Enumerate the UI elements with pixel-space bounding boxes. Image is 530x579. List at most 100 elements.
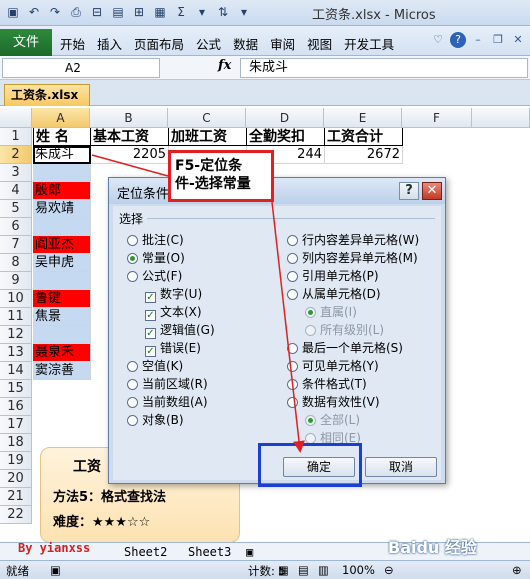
tab-data[interactable]: 数据 <box>233 34 258 53</box>
sheet-tab-2[interactable]: Sheet2 <box>124 545 167 559</box>
cancel-button[interactable]: 取消 <box>365 457 437 477</box>
tab-view[interactable]: 视图 <box>307 34 332 53</box>
dialog-title-bar[interactable]: 定位条件 ? ✕ <box>109 178 445 204</box>
row-header-5[interactable]: 5 <box>0 200 32 218</box>
cell-a7[interactable]: 阎亚杰 <box>33 236 91 254</box>
cell-a5[interactable]: 易欢靖 <box>33 200 91 218</box>
zoom-in-icon[interactable]: ⊕ <box>512 563 522 577</box>
row-header-17[interactable]: 17 <box>0 416 32 434</box>
cell-a9[interactable] <box>33 272 91 290</box>
column-header-d[interactable]: D <box>246 108 324 128</box>
row-header-9[interactable]: 9 <box>0 272 32 290</box>
cell-e2[interactable]: 2672 <box>325 146 403 164</box>
row-header-16[interactable]: 16 <box>0 398 32 416</box>
save-icon[interactable]: ▣ <box>4 3 22 21</box>
cell-b1[interactable]: 基本工资 <box>91 128 169 146</box>
row-header-19[interactable]: 19 <box>0 452 32 470</box>
cell-a12[interactable] <box>33 326 91 344</box>
option-objects[interactable]: 对象(B) <box>127 412 184 428</box>
row-header-7[interactable]: 7 <box>0 236 32 254</box>
fx-icon[interactable]: fx <box>218 58 231 73</box>
row-header-3[interactable]: 3 <box>0 164 32 182</box>
document-tab[interactable]: 工资条.xlsx <box>4 84 90 106</box>
column-header-f[interactable]: F <box>402 108 472 128</box>
row-header-13[interactable]: 13 <box>0 344 32 362</box>
redo-icon[interactable]: ↷ <box>46 3 64 21</box>
page-layout-icon[interactable]: ▤ <box>298 563 309 577</box>
page-break-icon[interactable]: ▥ <box>318 563 329 577</box>
option-comments[interactable]: 批注(C) <box>127 232 184 248</box>
row-header-10[interactable]: 10 <box>0 290 32 308</box>
sort-icon[interactable]: ⇅ <box>214 3 232 21</box>
cell-a3[interactable] <box>33 164 91 182</box>
select-all-corner[interactable] <box>0 108 32 128</box>
file-tab[interactable]: 文件 <box>0 29 52 56</box>
tab-insert[interactable]: 插入 <box>97 34 122 53</box>
option-blanks[interactable]: 空值(K) <box>127 358 183 374</box>
autosum-icon[interactable]: Σ <box>172 3 190 21</box>
undo-icon[interactable]: ↶ <box>25 3 43 21</box>
row-header-15[interactable]: 15 <box>0 380 32 398</box>
row-header-1[interactable]: 1 <box>0 128 32 146</box>
new-sheet-icon[interactable]: ▣ <box>246 545 253 559</box>
row-header-4[interactable]: 4 <box>0 182 32 200</box>
restore-icon[interactable]: ❐ <box>490 32 506 48</box>
cell-d1[interactable]: 全勤奖扣 <box>247 128 325 146</box>
format-painter-icon[interactable]: ⊟ <box>88 3 106 21</box>
help-icon[interactable]: ? <box>450 32 466 48</box>
chevron-down-icon[interactable]: ▾ <box>193 3 211 21</box>
dialog-help-button[interactable]: ? <box>399 182 419 200</box>
cell-a10[interactable]: 鲁键 <box>33 290 91 308</box>
option-row-differences[interactable]: 行内容差异单元格(W) <box>287 232 419 248</box>
option-current-array[interactable]: 当前数组(A) <box>127 394 208 410</box>
tab-page-layout[interactable]: 页面布局 <box>134 34 184 53</box>
column-header-b[interactable]: B <box>90 108 168 128</box>
option-constants[interactable]: 常量(O) <box>127 250 185 266</box>
cell-e1[interactable]: 工资合计 <box>325 128 403 146</box>
option-formulas[interactable]: 公式(F) <box>127 268 182 284</box>
cell-b2[interactable]: 2205 <box>91 146 169 164</box>
option-conditional-formats[interactable]: 条件格式(T) <box>287 376 367 392</box>
tab-developer[interactable]: 开发工具 <box>344 34 394 53</box>
cell-a1[interactable]: 姓 名 <box>33 128 91 146</box>
check-errors[interactable]: ✓ 错误(E) <box>145 340 201 357</box>
tab-review[interactable]: 审阅 <box>270 34 295 53</box>
tab-home[interactable]: 开始 <box>60 34 85 53</box>
row-header-8[interactable]: 8 <box>0 254 32 272</box>
row-header-6[interactable]: 6 <box>0 218 32 236</box>
column-header-a[interactable]: A <box>32 108 90 128</box>
row-header-12[interactable]: 12 <box>0 326 32 344</box>
row-header-20[interactable]: 20 <box>0 470 32 488</box>
row-header-21[interactable]: 21 <box>0 488 32 506</box>
formula-input[interactable]: 朱成斗 <box>240 58 528 78</box>
camera-icon[interactable]: ▤ <box>109 3 127 21</box>
name-box[interactable]: A2 <box>2 58 160 78</box>
minimize-icon[interactable]: – <box>470 32 486 48</box>
heart-icon[interactable]: ♡ <box>430 32 446 48</box>
check-text[interactable]: ✓ 文本(X) <box>145 304 202 321</box>
option-precedents[interactable]: 引用单元格(P) <box>287 268 379 284</box>
zoom-level[interactable]: 100% <box>342 563 375 577</box>
row-header-18[interactable]: 18 <box>0 434 32 452</box>
borders-icon[interactable]: ⊞ <box>130 3 148 21</box>
option-column-differences[interactable]: 列内容差异单元格(M) <box>287 250 418 266</box>
table-icon[interactable]: ▦ <box>151 3 169 21</box>
column-header-g[interactable] <box>472 108 530 128</box>
close-icon[interactable]: ✕ <box>510 32 526 48</box>
option-data-validation[interactable]: 数据有效性(V) <box>287 394 380 410</box>
zoom-out-icon[interactable]: ⊖ <box>384 563 394 577</box>
check-numbers[interactable]: ✓ 数字(U) <box>145 286 202 303</box>
cell-a11[interactable]: 焦景 <box>33 308 91 326</box>
row-header-14[interactable]: 14 <box>0 362 32 380</box>
column-header-e[interactable]: E <box>324 108 402 128</box>
option-visible-cells[interactable]: 可见单元格(Y) <box>287 358 379 374</box>
cell-a6[interactable] <box>33 218 91 236</box>
cell-a13[interactable]: 聂泉禾 <box>33 344 91 362</box>
row-header-2[interactable]: 2 <box>0 146 32 164</box>
cell-a14[interactable]: 窦淙善 <box>33 362 91 380</box>
dialog-close-button[interactable]: ✕ <box>422 182 442 200</box>
column-header-c[interactable]: C <box>168 108 246 128</box>
tab-formulas[interactable]: 公式 <box>196 34 221 53</box>
row-header-22[interactable]: 22 <box>0 506 32 524</box>
normal-view-icon[interactable]: ▦ <box>278 563 289 577</box>
